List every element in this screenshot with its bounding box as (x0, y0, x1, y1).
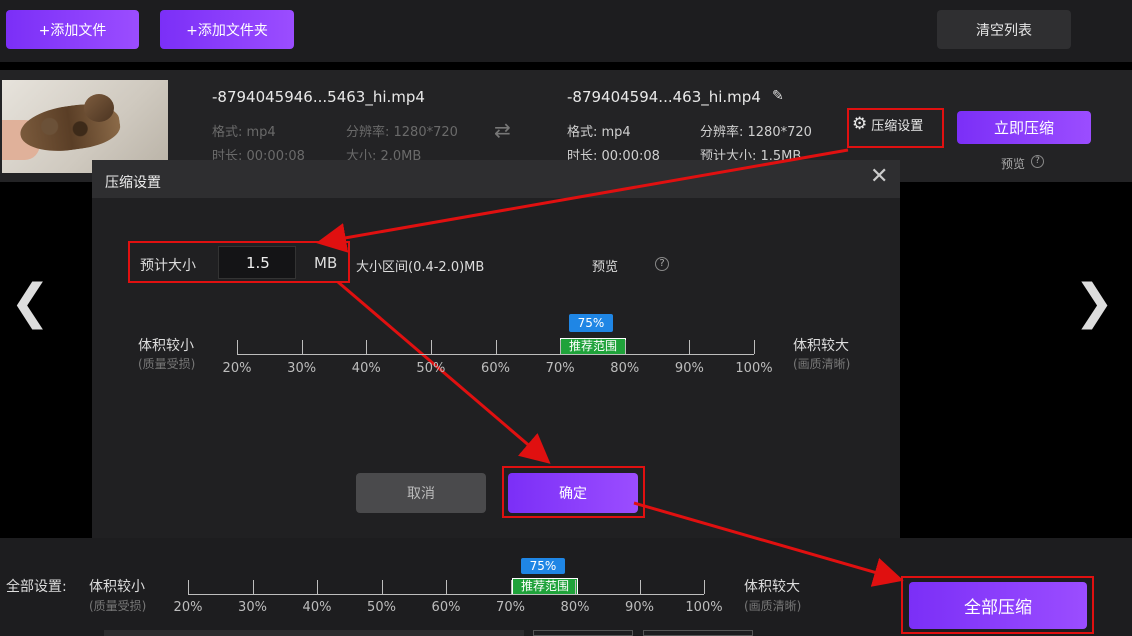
global-right-title: 体积较大 (744, 579, 800, 595)
dialog-slider-tick-label: 50% (416, 361, 446, 376)
change-folder-button[interactable] (533, 630, 633, 636)
dialog-preview-label[interactable]: 预览 (592, 256, 618, 275)
global-slider-tick (381, 580, 383, 594)
close-icon[interactable]: ✕ (870, 166, 888, 188)
global-slider-tick (704, 580, 705, 594)
global-slider-tick (188, 580, 189, 594)
dialog-slider-tick (237, 340, 238, 354)
annotation-box-size (128, 241, 350, 283)
dialog-slider-tick-label: 80% (610, 361, 640, 376)
global-slider-tick-label: 60% (431, 600, 461, 615)
global-slider-tick (575, 580, 576, 594)
dialog-current-percent-badge: 75% (569, 314, 613, 332)
dialog-slider-tick-label: 60% (481, 361, 510, 376)
dialog-slider-tick-label: 40% (351, 361, 381, 376)
output-path-field[interactable] (104, 630, 524, 636)
dialog-slider-tick-label: 20% (222, 361, 252, 376)
global-slider-tick (317, 580, 318, 594)
global-slider-tick-label: 20% (173, 600, 203, 615)
global-recommended-badge: 推荐范围 (512, 578, 578, 595)
row-preview-link[interactable]: 预览 ? (1001, 155, 1045, 172)
global-slider-tick-label: 70% (496, 600, 525, 615)
dialog-slider-tick-label: 100% (735, 361, 773, 376)
global-slider-tick-label: 50% (367, 600, 396, 615)
source-resolution: 分辨率: 1280*720 (346, 125, 458, 140)
edit-pencil-icon[interactable]: ✎ (772, 88, 784, 104)
dialog-slider-tick (754, 340, 755, 354)
dialog-slider-tick (430, 340, 432, 354)
global-slider-tick (446, 580, 447, 594)
global-slider-tick-label: 30% (238, 600, 267, 615)
target-resolution: 分辨率: 1280*720 (700, 125, 812, 140)
dialog-slider-tick (560, 340, 562, 354)
dialog-slider-tick-label: 70% (545, 361, 575, 376)
toolbar: +添加文件 +添加文件夹 清空列表 (0, 0, 1132, 62)
dialog-left-title: 体积较小 (138, 338, 194, 354)
dialog-right-sub: (画质清晰) (793, 357, 851, 371)
open-folder-button[interactable] (643, 630, 753, 636)
next-arrow-icon[interactable]: ❯ (1074, 278, 1114, 326)
global-slider-tick-label: 80% (560, 600, 590, 615)
swap-arrows-icon: ⇄ (494, 118, 511, 142)
dialog-help-icon[interactable]: ? (655, 257, 669, 271)
source-format: 格式: mp4 (212, 125, 276, 140)
global-slider-tick-label: 90% (625, 600, 654, 615)
global-left-sub: (质量受损) (89, 599, 147, 613)
clear-list-button[interactable]: 清空列表 (937, 10, 1071, 49)
dialog-title: 压缩设置 (105, 175, 161, 191)
dialog-slider-tick (301, 340, 303, 354)
add-folder-button[interactable]: +添加文件夹 (160, 10, 294, 49)
dialog-recommended-badge: 推荐范围 (560, 338, 626, 355)
dialog-right-title: 体积较大 (793, 338, 849, 354)
dialog-slider-tick (689, 340, 691, 354)
global-current-percent-badge: 75% (521, 558, 565, 574)
global-slider-tick (639, 580, 641, 594)
global-slider-tick (510, 580, 512, 594)
global-slider-tick (252, 580, 254, 594)
dialog-slider-tick (495, 340, 497, 354)
compress-settings-dialog (92, 160, 900, 558)
annotation-box-compress-all (901, 576, 1094, 634)
global-left-title: 体积较小 (89, 579, 145, 595)
annotation-box-settings (847, 108, 944, 148)
global-slider-track[interactable] (188, 594, 704, 595)
add-file-button[interactable]: +添加文件 (6, 10, 139, 49)
dialog-slider-tick (624, 340, 626, 354)
dialog-slider-track[interactable] (237, 354, 754, 355)
global-right-sub: (画质清晰) (744, 599, 802, 613)
cancel-button[interactable]: 取消 (356, 473, 486, 513)
annotation-box-confirm (502, 466, 645, 518)
dialog-left-sub: (质量受损) (138, 357, 196, 371)
target-file-name: -879404594...463_hi.mp4 (567, 88, 761, 106)
dialog-slider-tick (366, 340, 368, 354)
global-slider-tick-label: 40% (302, 600, 332, 615)
dialog-slider-tick-label: 30% (287, 361, 317, 376)
compress-now-button[interactable]: 立即压缩 (957, 111, 1091, 144)
target-format: 格式: mp4 (567, 125, 631, 140)
source-file-name: -8794045946...5463_hi.mp4 (212, 88, 425, 106)
dialog-header (92, 160, 900, 198)
size-range-hint: 大小区间(0.4-2.0)MB (356, 260, 485, 275)
dialog-slider-tick-label: 90% (674, 361, 704, 376)
help-icon: ? (1031, 155, 1045, 168)
row-preview-label: 预览 (1001, 157, 1026, 171)
global-slider-tick-label: 100% (685, 600, 723, 615)
global-settings-label: 全部设置: (6, 579, 67, 595)
prev-arrow-icon[interactable]: ❮ (10, 278, 50, 326)
